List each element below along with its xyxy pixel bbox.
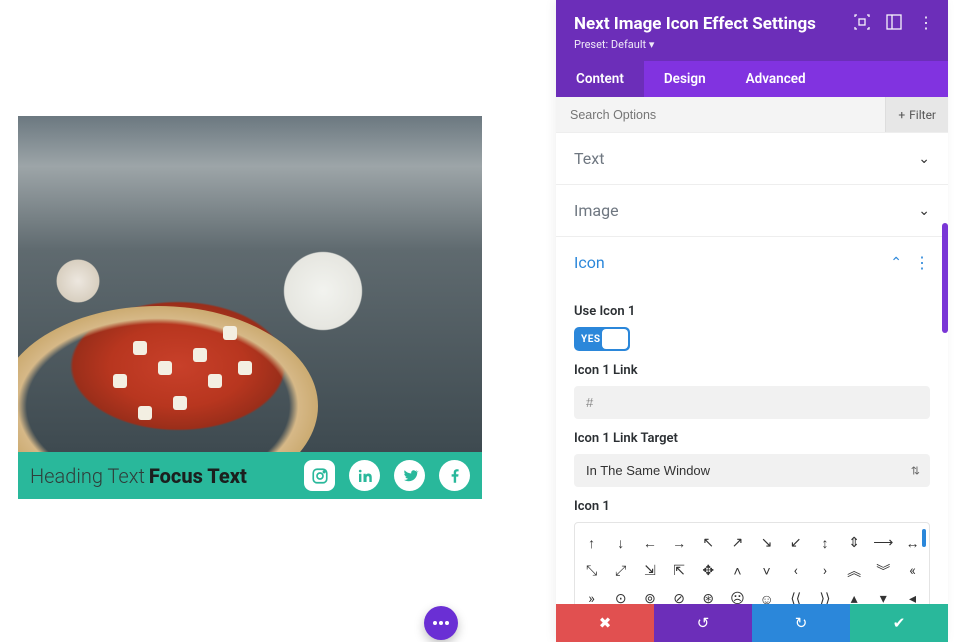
icon-move[interactable]: ✥: [694, 557, 723, 585]
use-icon-1-label: Use Icon 1: [574, 304, 930, 319]
icon-arrow-down[interactable]: ↓: [606, 529, 635, 557]
icon-double-left[interactable]: «: [898, 557, 927, 585]
icon-compress-out[interactable]: ⇱: [665, 557, 694, 585]
plus-icon: +: [898, 108, 905, 122]
tab-content[interactable]: Content: [556, 61, 644, 97]
icon-compress-in[interactable]: ⇲: [635, 557, 664, 585]
filter-button[interactable]: + Filter: [885, 97, 948, 132]
preview-image: [18, 116, 482, 452]
icon-triangle-left[interactable]: ◂: [898, 585, 927, 604]
focus-mode-icon[interactable]: [854, 14, 870, 30]
search-row: + Filter: [556, 97, 948, 133]
tab-advanced[interactable]: Advanced: [726, 61, 826, 97]
icon-arrow-right-long[interactable]: ⟶: [869, 529, 898, 557]
icon-caret-right[interactable]: ›: [810, 557, 839, 585]
icon-arrow-updown[interactable]: ↕: [810, 529, 839, 557]
icon-emoji-sad[interactable]: ☹: [723, 585, 752, 604]
caption-text: Heading Text Focus Text: [30, 464, 247, 488]
icon-arrow-ne[interactable]: ↗: [723, 529, 752, 557]
section-image: Image ⌄: [556, 185, 948, 237]
panel-scrollbar[interactable]: [942, 223, 948, 333]
icon-arrow-left[interactable]: ←: [635, 529, 664, 557]
save-button[interactable]: ✔: [850, 604, 948, 642]
kebab-menu-icon[interactable]: ⋮: [918, 14, 934, 30]
icon-1-link-target-label: Icon 1 Link Target: [574, 431, 930, 446]
icon-double-right[interactable]: »: [577, 585, 606, 604]
icon-triangle-up[interactable]: ▴: [840, 585, 869, 604]
section-text-header[interactable]: Text ⌄: [556, 133, 948, 184]
icon-circle-double-right[interactable]: ⟩⟩: [810, 585, 839, 604]
icon-emoji-happy[interactable]: ☺: [752, 585, 781, 604]
search-input[interactable]: [556, 108, 885, 122]
icon-circle-double-left[interactable]: ⟨⟨: [781, 585, 810, 604]
icon-picker-scrollbar[interactable]: [922, 529, 926, 547]
icon-circle-down[interactable]: ⊚: [635, 585, 664, 604]
panel-header: Next Image Icon Effect Settings Preset: …: [556, 0, 948, 61]
icon-arrow-up[interactable]: ↑: [577, 529, 606, 557]
icon-picker: ↑ ↓ ← → ↖ ↗ ↘ ↙ ↕ ⇕ ⟶ ↔: [574, 522, 930, 604]
panel-body: Text ⌄ Image ⌄ Icon ⌃ ⋮ Use Icon 1: [556, 133, 948, 604]
select-arrows-icon: ⇅: [911, 464, 920, 477]
icon-circle-left[interactable]: ⊘: [665, 585, 694, 604]
linkedin-icon[interactable]: [349, 460, 380, 491]
use-icon-1-toggle[interactable]: YES: [574, 327, 630, 351]
icon-double-down[interactable]: ︾: [869, 557, 898, 585]
icon-expand-ne[interactable]: ⤢: [606, 557, 635, 585]
icon-1-link-target-select[interactable]: [574, 454, 930, 487]
redo-button[interactable]: ↻: [752, 604, 850, 642]
icon-circle-up[interactable]: ⊙: [606, 585, 635, 604]
icon-arrow-updown2[interactable]: ⇕: [840, 529, 869, 557]
fab-more-button[interactable]: [424, 606, 458, 640]
social-icons-row: [304, 460, 470, 491]
section-icon-header[interactable]: Icon ⌃ ⋮: [556, 237, 948, 288]
preview-canvas: Heading Text Focus Text: [18, 116, 482, 499]
icon-caret-left[interactable]: ‹: [781, 557, 810, 585]
tab-design[interactable]: Design: [644, 61, 726, 97]
undo-button[interactable]: ↺: [654, 604, 752, 642]
section-icon: Icon ⌃ ⋮ Use Icon 1 YES Icon 1 Link: [556, 237, 948, 604]
twitter-icon[interactable]: [394, 460, 425, 491]
facebook-icon[interactable]: [439, 460, 470, 491]
settings-panel: Next Image Icon Effect Settings Preset: …: [556, 0, 948, 642]
action-bar: ✖ ↺ ↻ ✔: [556, 604, 948, 642]
preset-row[interactable]: Preset: Default ▾: [574, 38, 930, 51]
chevron-down-icon: ⌄: [918, 151, 930, 167]
icon-1-picker-label: Icon 1: [574, 499, 930, 514]
icon-arrow-se[interactable]: ↘: [752, 529, 781, 557]
layout-icon[interactable]: [886, 14, 902, 30]
icon-1-link-label: Icon 1 Link: [574, 363, 930, 378]
focus-text: Focus Text: [149, 464, 247, 488]
chevron-up-icon: ⌃: [890, 255, 902, 271]
icon-arrow-sw[interactable]: ↙: [781, 529, 810, 557]
preview-caption-bar: Heading Text Focus Text: [18, 452, 482, 499]
chevron-down-icon: ▾: [649, 38, 655, 51]
icon-expand-nw[interactable]: ⤡: [577, 557, 606, 585]
icon-caret-up[interactable]: ˄: [723, 557, 752, 585]
toggle-knob: [602, 329, 628, 349]
icon-circle-right[interactable]: ⊛: [694, 585, 723, 604]
icon-double-up[interactable]: ︽: [840, 557, 869, 585]
cancel-button[interactable]: ✖: [556, 604, 654, 642]
chevron-down-icon: ⌄: [918, 203, 930, 219]
icon-triangle-down[interactable]: ▾: [869, 585, 898, 604]
icon-arrow-nw[interactable]: ↖: [694, 529, 723, 557]
instagram-icon[interactable]: [304, 460, 335, 491]
section-text: Text ⌄: [556, 133, 948, 185]
panel-tabs: Content Design Advanced: [556, 61, 948, 97]
icon-caret-down[interactable]: ˅: [752, 557, 781, 585]
heading-text: Heading Text: [30, 464, 145, 488]
icon-arrow-right[interactable]: →: [665, 529, 694, 557]
icon-1-link-input[interactable]: [574, 386, 930, 419]
section-image-header[interactable]: Image ⌄: [556, 185, 948, 236]
